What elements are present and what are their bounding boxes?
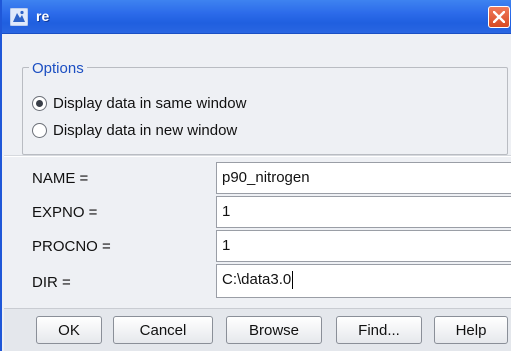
name-value: p90_nitrogen — [222, 169, 310, 186]
expno-field[interactable]: 1 — [216, 196, 511, 228]
help-button-label: Help — [455, 321, 487, 339]
close-button[interactable] — [488, 6, 510, 28]
section-divider — [4, 155, 511, 157]
window-title: re — [36, 8, 50, 24]
procno-label: PROCNO = — [32, 238, 111, 255]
find-button[interactable]: Find... — [336, 316, 422, 344]
radio-new-window[interactable]: Display data in new window — [32, 120, 237, 140]
text-caret — [292, 271, 294, 289]
radio-label-same-window: Display data in same window — [53, 94, 247, 112]
dir-field[interactable]: C:\data3.0 — [216, 264, 511, 298]
options-legend: Options — [29, 60, 87, 77]
find-button-label: Find... — [358, 321, 400, 339]
radio-button-selected[interactable] — [32, 95, 47, 111]
help-button[interactable]: Help — [434, 316, 508, 344]
expno-label: EXPNO = — [32, 204, 98, 221]
cancel-button[interactable]: Cancel — [113, 316, 213, 344]
expno-value: 1 — [222, 203, 231, 220]
procno-field[interactable]: 1 — [216, 230, 511, 262]
ok-button-label: OK — [58, 321, 80, 339]
close-icon — [493, 11, 505, 23]
dialog-window: re Options Display data in same window D… — [0, 0, 511, 351]
name-field[interactable]: p90_nitrogen — [216, 162, 511, 194]
radio-same-window[interactable]: Display data in same window — [32, 93, 246, 113]
dir-label: DIR = — [32, 274, 71, 291]
ok-button[interactable]: OK — [36, 316, 102, 344]
title-bar[interactable]: re — [2, 0, 511, 34]
browse-button-label: Browse — [248, 321, 300, 339]
radio-label-new-window: Display data in new window — [53, 121, 238, 139]
browse-button[interactable]: Browse — [226, 316, 322, 344]
name-label: NAME = — [32, 170, 89, 187]
cancel-button-label: Cancel — [139, 321, 187, 339]
radio-button-unselected[interactable] — [32, 122, 47, 138]
app-icon — [10, 8, 28, 26]
dir-value: C:\data3.0 — [222, 271, 292, 288]
procno-value: 1 — [222, 237, 231, 254]
